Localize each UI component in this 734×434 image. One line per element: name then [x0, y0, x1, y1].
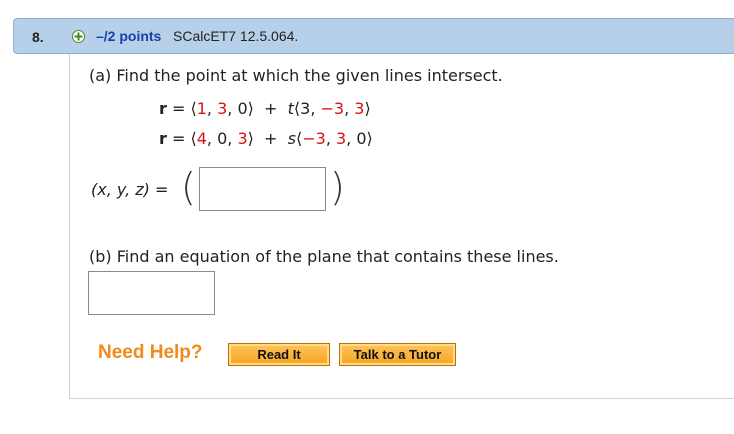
dir-z: 0 — [356, 129, 367, 148]
talk-to-tutor-button[interactable]: Talk to a Tutor — [339, 343, 456, 366]
dir-y: −3 — [320, 99, 345, 118]
line-2-equation: r = ⟨4, 0, 3⟩ + s⟨−3, 3, 0⟩ — [159, 129, 373, 148]
read-it-button[interactable]: Read It — [228, 343, 330, 366]
question-number: 8. — [32, 29, 44, 45]
vector-r: r — [159, 99, 167, 118]
dir-x: 3 — [300, 99, 311, 118]
dir-z: 3 — [354, 99, 365, 118]
part-b-prompt: (b) Find an equation of the plane that c… — [89, 247, 559, 266]
line-1-equation: r = ⟨1, 3, 0⟩ + t⟨3, −3, 3⟩ — [159, 99, 371, 118]
intersection-point-input[interactable] — [199, 167, 326, 211]
param-s: s — [287, 129, 296, 148]
question-source: SCalcET7 12.5.064. — [173, 28, 299, 44]
close-paren: ) — [330, 165, 345, 209]
point-z: 0 — [237, 99, 248, 118]
point-x: 4 — [196, 129, 207, 148]
xyz-label: (x, y, z) = — [91, 180, 169, 199]
dir-y: 3 — [335, 129, 347, 148]
part-a-prompt: (a) Find the point at which the given li… — [89, 66, 503, 85]
vector-r: r — [159, 129, 167, 148]
point-x: 1 — [196, 99, 207, 118]
dir-x: −3 — [302, 129, 326, 148]
open-paren: ( — [181, 165, 196, 209]
points-label: –/2 points — [96, 28, 162, 44]
need-help-label: Need Help? — [98, 342, 203, 363]
point-y: 3 — [217, 99, 228, 118]
question-header: 8. –/2 points SCalcET7 12.5.064. — [13, 18, 734, 54]
point-z: 3 — [237, 129, 248, 148]
plane-equation-input[interactable] — [88, 271, 215, 315]
expand-plus-icon[interactable] — [72, 30, 85, 43]
point-y: 0 — [217, 129, 228, 148]
